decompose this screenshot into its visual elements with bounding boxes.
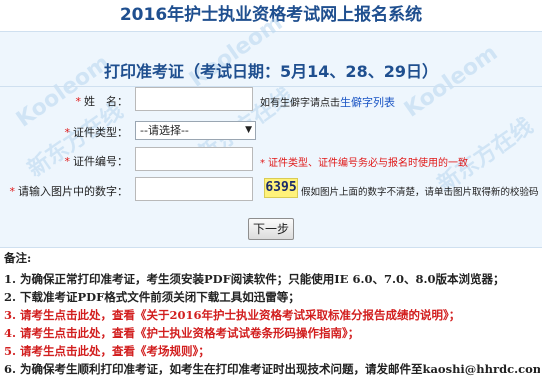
chevron-down-icon: ▼	[245, 125, 252, 135]
submit-area: 下一步	[0, 218, 542, 240]
site-title: 2016年护士执业资格考试网上报名系统	[0, 0, 542, 32]
note-item: 6. 为确保考生顺利打印准考证，如考生在打印准考证时出现技术问题，请发邮件至ka…	[4, 362, 540, 376]
note-item: 1. 为确保正常打印准考证，考生须安装PDF阅读软件；只能使用IE 6.0、7.…	[4, 272, 505, 286]
required-mark: *	[260, 158, 265, 169]
captcha-label: * 请输入图片中的数字：	[9, 185, 129, 198]
name-label: * 姓 名：	[75, 95, 129, 108]
notes-title: 备注:	[4, 251, 32, 265]
id-number-row: * 证件编号： * 证件类型、证件编号务必与报名时使用的一致	[0, 145, 542, 175]
id-number-label: * 证件编号：	[64, 155, 129, 168]
id-type-row: * 证件类型： --请选择-- ▼	[0, 116, 542, 146]
id-type-select[interactable]: --请选择-- ▼	[135, 121, 256, 140]
id-number-input[interactable]	[135, 147, 253, 171]
form-panel: Kooleom 新东方在线 Kooleom 新东方在线 Kooleom 新东方在…	[0, 10, 542, 248]
name-row: * 姓 名： 如有生僻字请点击生僻字列表	[0, 85, 542, 115]
note-item[interactable]: 5. 请考生点击此处，查看《考场规则》；	[4, 342, 540, 360]
note-item[interactable]: 3. 请考生点击此处，查看《关于2016年护士执业资格考试采取标准分报告成绩的说…	[4, 306, 540, 324]
note-item: 2. 下载准考证PDF格式文件前须关闭下载工具如迅雷等；	[4, 290, 300, 304]
notes-section: 备注: 1. 为确保正常打印准考证，考生须安装PDF阅读软件；只能使用IE 6.…	[4, 250, 540, 378]
id-number-hint: * 证件类型、证件编号务必与报名时使用的一致	[260, 158, 468, 169]
captcha-image[interactable]: 6395	[264, 178, 298, 198]
captcha-input[interactable]	[135, 177, 253, 201]
id-type-label: * 证件类型：	[64, 126, 129, 139]
name-hint: 如有生僻字请点击生僻字列表	[260, 96, 395, 109]
captcha-row: * 请输入图片中的数字： 6395 假如图片上面的数字不清楚，请单击图片取得新的校…	[0, 175, 542, 205]
rare-char-link[interactable]: 生僻字列表	[340, 96, 395, 109]
name-input[interactable]	[135, 87, 253, 111]
captcha-hint: 假如图片上面的数字不清楚，请单击图片取得新的校验码	[301, 187, 539, 198]
next-button[interactable]: 下一步	[248, 218, 294, 240]
section-title: 打印准考证（考试日期：5月14、28、29日）	[104, 62, 438, 81]
notes-list: 1. 为确保正常打印准考证，考生须安装PDF阅读软件；只能使用IE 6.0、7.…	[4, 270, 540, 378]
note-item[interactable]: 4. 请考生点击此处，查看《护士执业资格考试试卷条形码操作指南》；	[4, 324, 540, 342]
